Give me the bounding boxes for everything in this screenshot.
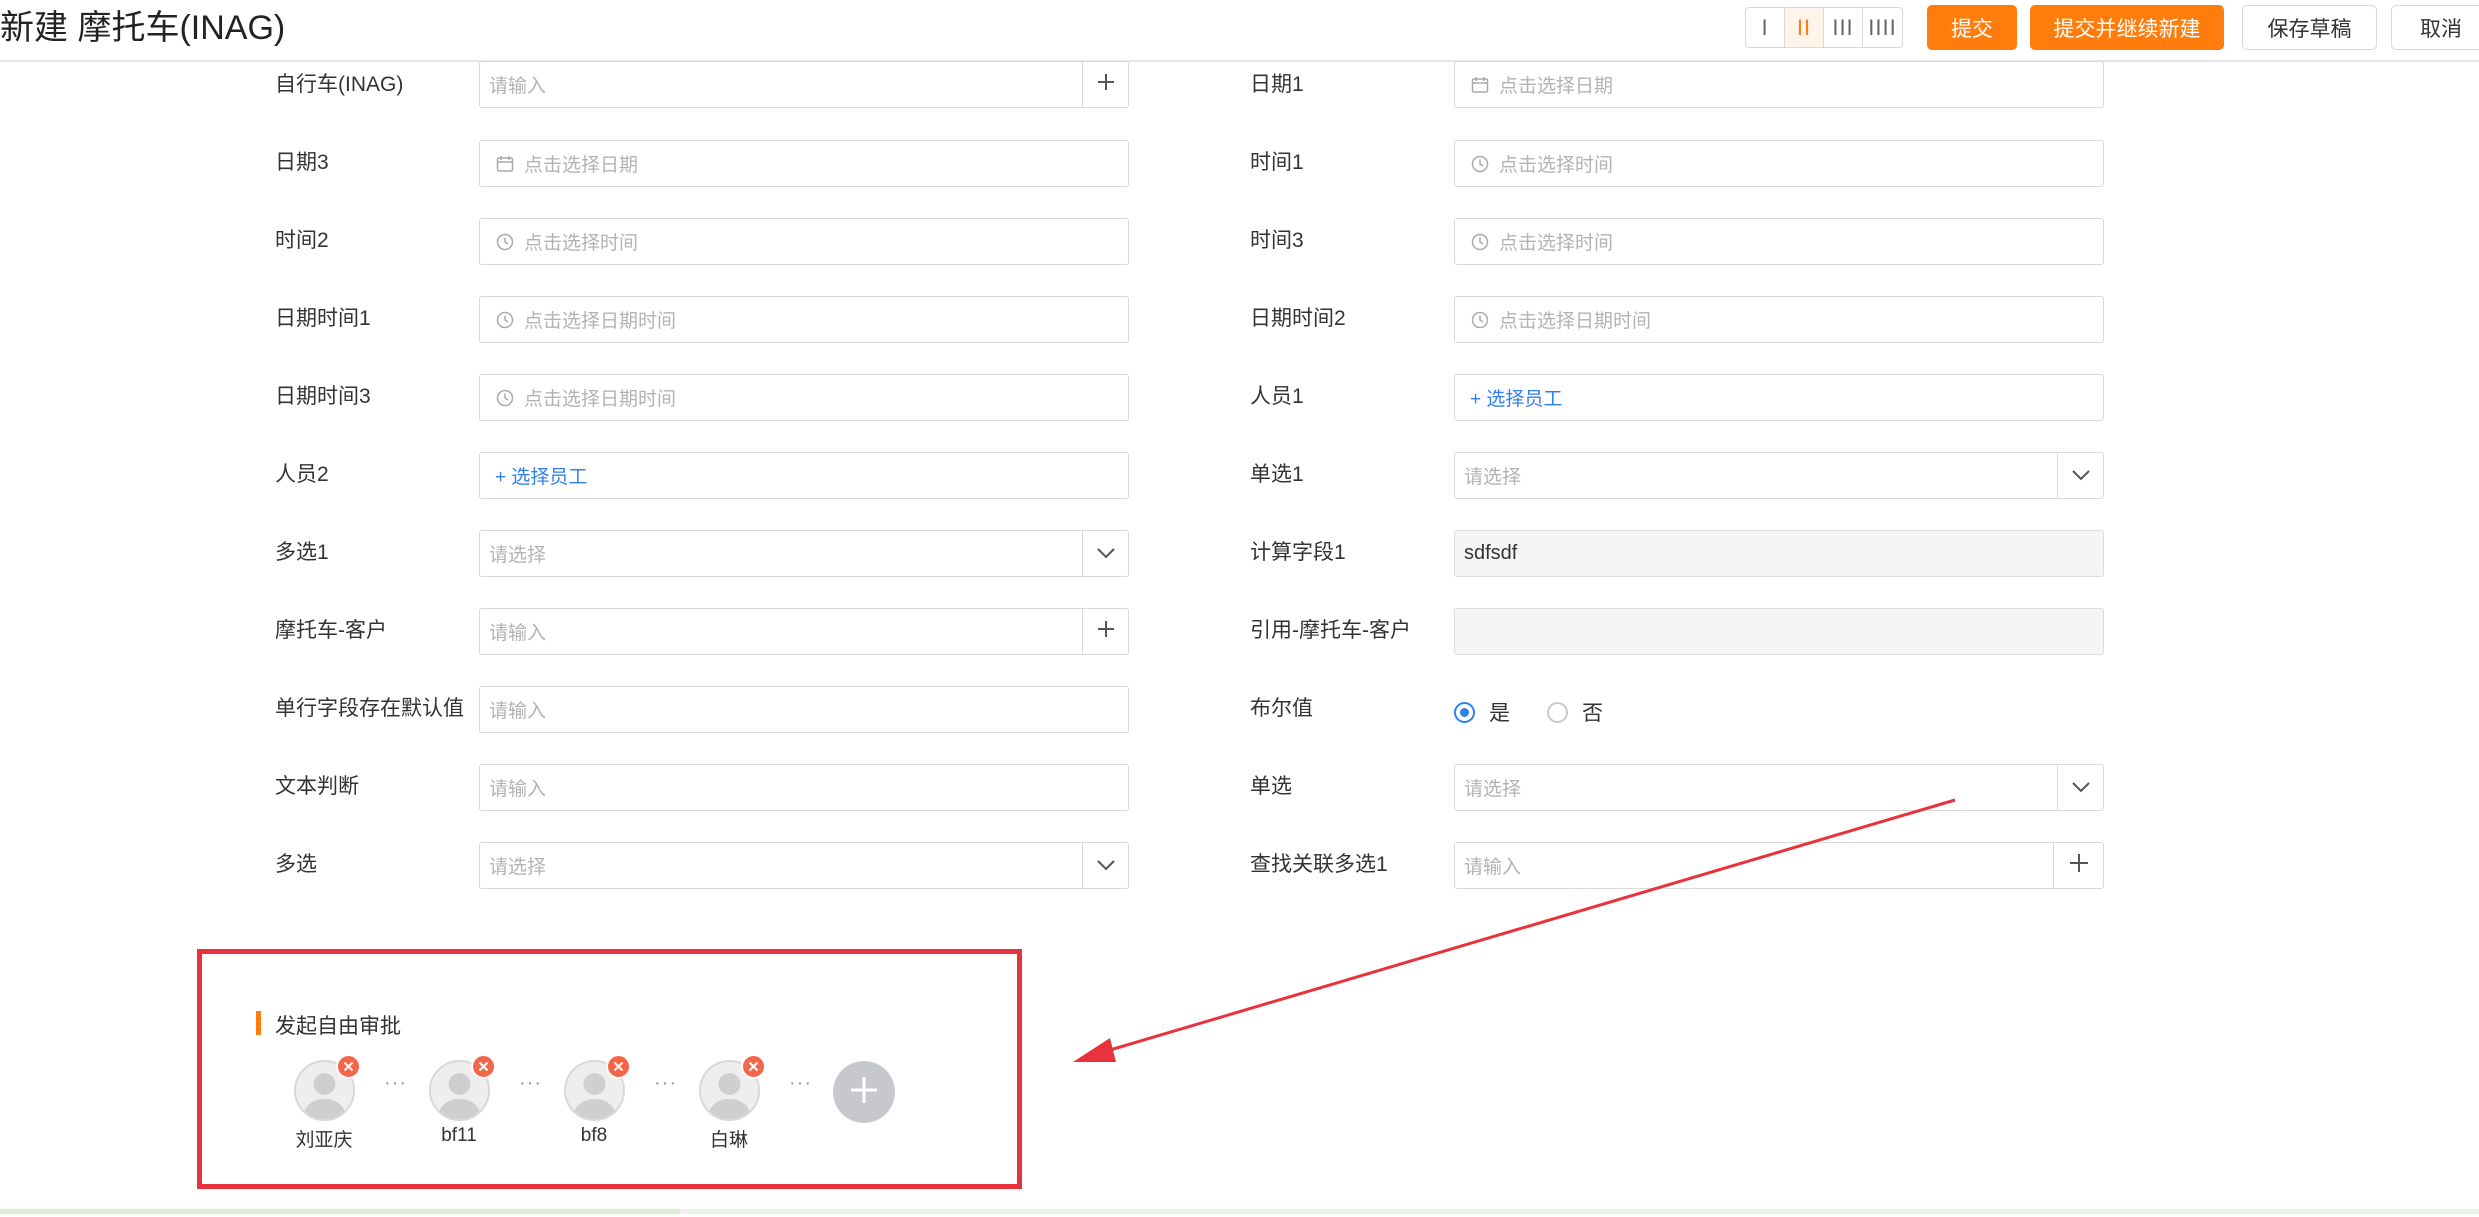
bottom-progress-bar (0, 1209, 2479, 1214)
bottom-progress-fill (0, 1209, 680, 1214)
annotation-arrow (1073, 798, 1956, 1062)
